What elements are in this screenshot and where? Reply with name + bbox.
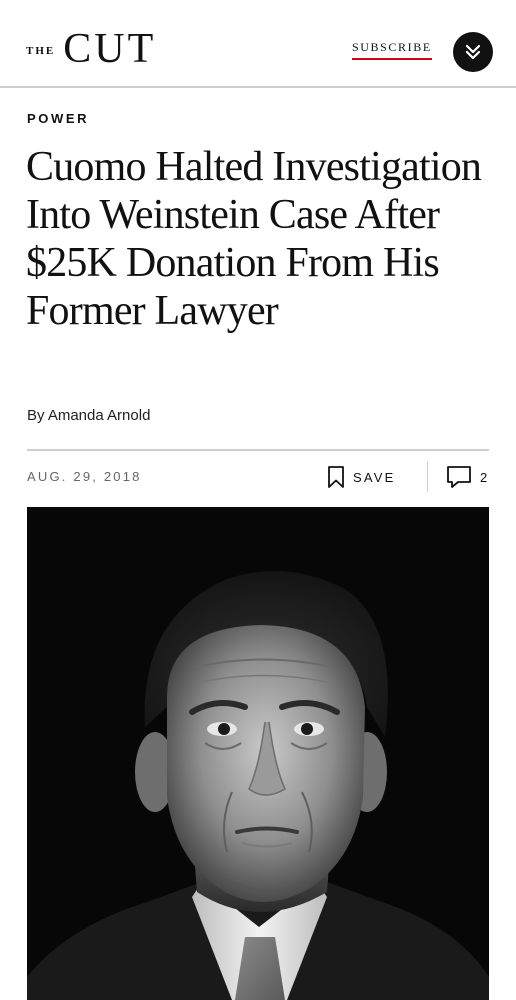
comment-count: 2 <box>480 469 488 485</box>
site-header: THE CUT SUBSCRIBE <box>0 0 516 88</box>
portrait-photo <box>27 507 489 1000</box>
save-label: SAVE <box>353 469 396 485</box>
save-button[interactable]: SAVE <box>327 464 396 490</box>
menu-button[interactable] <box>453 32 493 72</box>
lead-image <box>27 507 489 1000</box>
comment-bubble-icon <box>447 466 471 488</box>
comments-button[interactable]: 2 <box>446 464 487 490</box>
subscribe-link[interactable]: SUBSCRIBE <box>352 40 432 60</box>
meta-separator <box>427 462 428 492</box>
logo-cut: CUT <box>63 26 157 72</box>
bookmark-icon <box>328 466 344 488</box>
article-kicker[interactable]: POWER <box>27 111 89 126</box>
site-logo[interactable]: THE CUT <box>26 28 156 70</box>
meta-divider <box>27 449 489 451</box>
logo-the: THE <box>26 45 56 57</box>
double-chevron-down-icon <box>465 44 481 60</box>
article-headline: Cuomo Halted Investigation Into Weinstei… <box>26 144 482 334</box>
article-byline[interactable]: By Amanda Arnold <box>27 407 150 424</box>
article-date: AUG. 29, 2018 <box>27 469 142 484</box>
